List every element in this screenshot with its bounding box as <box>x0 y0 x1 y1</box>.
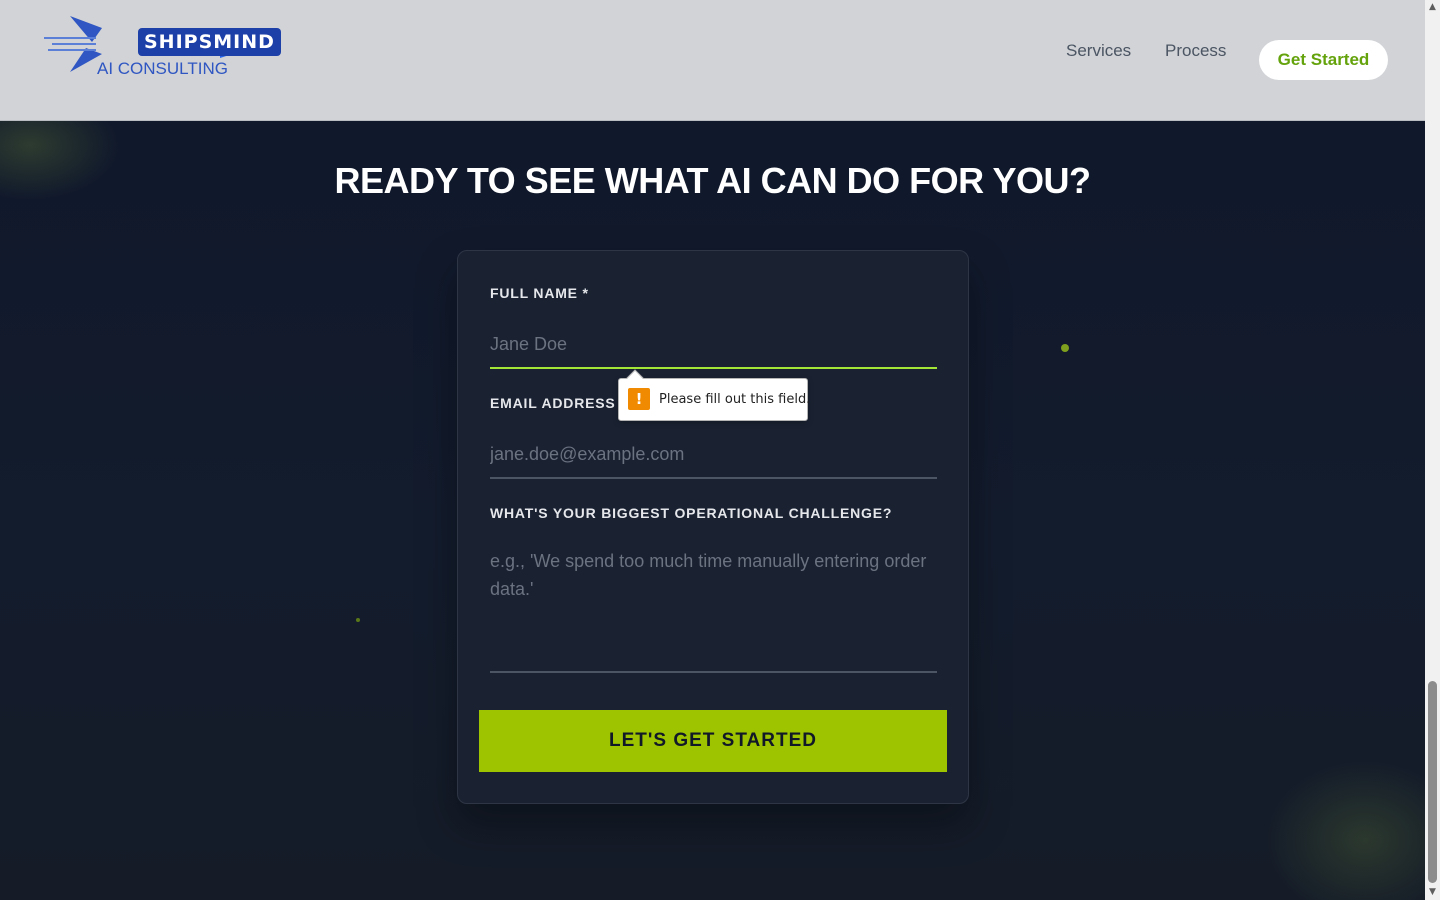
full-name-input[interactable] <box>490 321 937 369</box>
logo[interactable]: SHIPSMIND AI CONSULTING <box>42 14 281 80</box>
validation-tooltip: ! Please fill out this field. <box>618 369 811 421</box>
background-glow <box>1265 760 1425 900</box>
email-label: EMAIL ADDRESS * <box>490 395 627 411</box>
decorative-dot <box>356 618 360 622</box>
scroll-down-icon[interactable]: ▼ <box>1425 885 1440 900</box>
full-name-label: FULL NAME * <box>490 285 589 301</box>
warning-icon: ! <box>628 388 650 410</box>
page-scrollbar[interactable]: ▲ ▼ <box>1425 0 1440 900</box>
validation-message: Please fill out this field. <box>659 392 811 407</box>
page-title: READY TO SEE WHAT AI CAN DO FOR YOU? <box>334 160 1091 201</box>
page: SHIPSMIND AI CONSULTING Services Process… <box>0 0 1425 900</box>
submit-button[interactable]: LET'S GET STARTED <box>479 710 947 772</box>
scroll-up-icon[interactable]: ▲ <box>1425 0 1440 15</box>
scrollbar-thumb[interactable] <box>1428 681 1437 883</box>
contact-form: FULL NAME * EMAIL ADDRESS * WHAT'S YOUR … <box>457 250 969 804</box>
decorative-dot <box>1061 344 1069 352</box>
email-input[interactable] <box>490 431 937 479</box>
get-started-button[interactable]: Get Started <box>1259 40 1388 80</box>
site-header: SHIPSMIND AI CONSULTING Services Process… <box>0 0 1425 121</box>
logo-tagline: AI CONSULTING <box>97 59 228 78</box>
nav-link-process[interactable]: Process <box>1165 41 1226 61</box>
challenge-textarea[interactable] <box>490 541 937 673</box>
challenge-label: WHAT'S YOUR BIGGEST OPERATIONAL CHALLENG… <box>490 505 893 521</box>
logo-wordmark: SHIPSMIND <box>138 28 281 56</box>
nav-link-services[interactable]: Services <box>1066 41 1131 61</box>
